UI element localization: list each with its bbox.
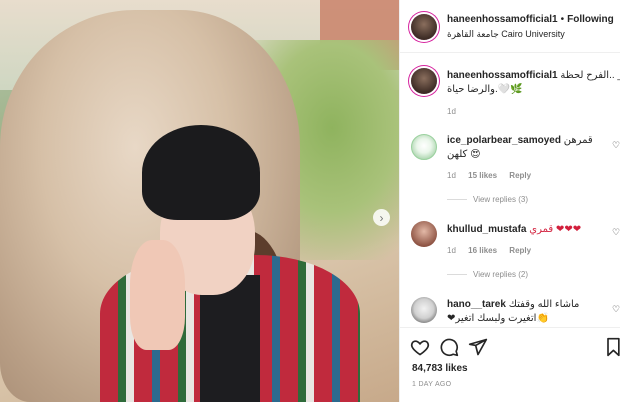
comment-line-1: ice_polarbear_samoyed قمرهن xyxy=(447,134,593,147)
separator-dot: • xyxy=(560,14,565,25)
commenter-avatar[interactable] xyxy=(411,221,437,247)
post-header: haneenhossamofficial1 • Following جامعة ال… xyxy=(400,0,620,53)
comment-time: 1d xyxy=(447,171,456,180)
comment-line-1: khullud_mustafa قمري ❤❤❤ xyxy=(447,223,581,236)
view-replies-button[interactable]: View replies (2) xyxy=(447,270,528,279)
header-username-row: haneenhossamofficial1 • Following xyxy=(447,14,614,25)
comment-bubble-icon[interactable] xyxy=(439,337,459,357)
caption-text-1: الفرح لحظة.. __ xyxy=(560,70,620,81)
comment-line-1: hano__tarek ماشاء الله وقفتك xyxy=(447,298,579,311)
post-actions: 84,783 likes 1 DAY AGO xyxy=(400,327,620,402)
caption-username[interactable]: haneenhossamofficial1 xyxy=(447,70,558,81)
caption-text-2: والرضا حياة.🤍🌿 xyxy=(447,84,523,95)
paper-plane-icon[interactable] xyxy=(468,337,488,357)
view-replies-label: View replies (2) xyxy=(473,270,528,279)
caption-avatar[interactable] xyxy=(411,68,437,94)
view-replies-button[interactable]: View replies (3) xyxy=(447,195,528,204)
post-side-panel: haneenhossamofficial1 • Following جامعة ال… xyxy=(399,0,620,402)
chevron-right-icon[interactable]: › xyxy=(373,209,390,226)
photo-beanie xyxy=(142,125,260,220)
comments-list: haneenhossamofficial1 الفرح لحظة.. __ وا… xyxy=(400,53,620,327)
post-date: 1 DAY AGO xyxy=(412,381,452,388)
caption-time: 1d xyxy=(447,107,456,116)
view-replies-label: View replies (3) xyxy=(473,195,528,204)
comment-username[interactable]: hano__tarek xyxy=(447,299,506,310)
likes-count[interactable]: 84,783 likes xyxy=(412,363,468,374)
comment-text-2: كلهن 😍 xyxy=(447,149,481,160)
small-heart-icon[interactable]: ♡ xyxy=(612,304,620,315)
post-photo[interactable]: › xyxy=(0,0,399,402)
author-username[interactable]: haneenhossamofficial1 xyxy=(447,14,558,25)
commenter-avatar[interactable] xyxy=(411,297,437,323)
reply-button[interactable]: Reply xyxy=(509,171,531,180)
small-heart-icon[interactable]: ♡ xyxy=(612,227,620,238)
comment-meta: 1d 15 likes Reply xyxy=(447,171,541,180)
following-button[interactable]: Following xyxy=(567,14,614,25)
comment-likes[interactable]: 16 likes xyxy=(468,246,497,255)
comment-time: 1d xyxy=(447,246,456,255)
comment-likes[interactable]: 15 likes xyxy=(468,171,497,180)
reply-button[interactable]: Reply xyxy=(509,246,531,255)
small-heart-icon[interactable]: ♡ xyxy=(612,140,620,151)
comment-text-2: ❤اتغيرت ولبسك اتغير👏 xyxy=(447,313,549,324)
replies-divider xyxy=(447,274,467,276)
comment-text: قمرهن xyxy=(563,135,593,146)
comment-username[interactable]: khullud_mustafa xyxy=(447,224,526,235)
comment-text: قمري ❤❤❤ xyxy=(529,224,582,235)
location-link[interactable]: جامعة القاهرة Cairo University xyxy=(447,29,565,40)
comment-meta: 1d 16 likes Reply xyxy=(447,246,541,255)
photo-peace-hand xyxy=(130,240,185,350)
avatar[interactable] xyxy=(411,14,437,40)
comment-username[interactable]: ice_polarbear_samoyed xyxy=(447,135,561,146)
bookmark-icon[interactable] xyxy=(605,337,620,357)
heart-outline-icon[interactable] xyxy=(410,337,430,357)
replies-divider xyxy=(447,199,467,201)
commenter-avatar[interactable] xyxy=(411,134,437,160)
caption-line-1: haneenhossamofficial1 الفرح لحظة.. __ xyxy=(447,69,620,82)
comment-text: ماشاء الله وقفتك xyxy=(508,299,580,310)
